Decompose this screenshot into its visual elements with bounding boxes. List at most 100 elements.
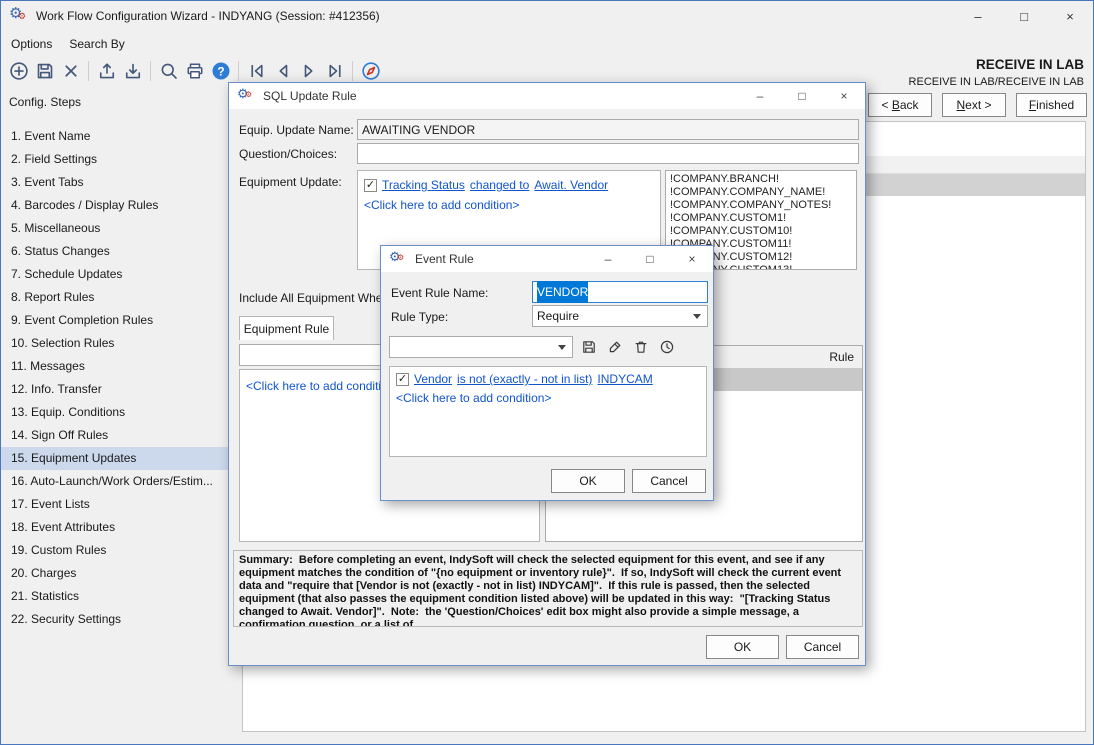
question-choices-label: Question/Choices: <box>239 147 337 161</box>
finished-button[interactable]: Finished <box>1016 93 1087 117</box>
sidebar-step-item[interactable]: 21. Statistics <box>1 585 241 608</box>
sidebar-header: Config. Steps <box>9 95 81 109</box>
menu-search-by[interactable]: Search By <box>69 37 124 51</box>
chevron-down-icon <box>693 314 701 319</box>
token-item[interactable]: !COMPANY.CUSTOM1! <box>670 212 852 225</box>
equipment-rule-tab[interactable]: Equipment Rule <box>239 316 334 340</box>
navigate-button[interactable] <box>358 59 383 84</box>
event-add-condition-link[interactable]: <Click here to add condition> <box>390 386 706 405</box>
sidebar-step-item[interactable]: 22. Security Settings <box>1 608 241 631</box>
sidebar-step-item[interactable]: 16. Auto-Launch/Work Orders/Estim... <box>1 470 241 493</box>
window-titlebar[interactable]: ⚙⚙ Work Flow Configuration Wizard - INDY… <box>1 1 1093 31</box>
rule-type-dropdown[interactable]: Require <box>532 305 708 327</box>
main-toolbar: ? <box>1 57 383 85</box>
add-icon <box>9 61 29 81</box>
token-item[interactable]: !COMPANY.COMPANY_NAME! <box>670 186 852 199</box>
sidebar-step-item[interactable]: 5. Miscellaneous <box>1 217 241 240</box>
save-rule-button[interactable] <box>578 336 600 358</box>
sidebar-step-item[interactable]: 6. Status Changes <box>1 240 241 263</box>
sql-dialog-maximize-button[interactable]: □ <box>781 83 823 109</box>
delete-rule-button[interactable] <box>630 336 652 358</box>
sql-dialog-minimize-button[interactable]: – <box>739 83 781 109</box>
minimize-icon: – <box>757 89 764 103</box>
import-button[interactable] <box>120 59 145 84</box>
history-button[interactable] <box>656 336 678 358</box>
sidebar-step-item[interactable]: 17. Event Lists <box>1 493 241 516</box>
sidebar-step-item[interactable]: 15. Equipment Updates <box>1 447 241 470</box>
chevron-down-icon <box>558 345 566 350</box>
event-dialog-close-button[interactable]: × <box>671 246 713 272</box>
sidebar-step-item[interactable]: 19. Custom Rules <box>1 539 241 562</box>
token-item[interactable]: !COMPANY.COMPANY_NOTES! <box>670 199 852 212</box>
sidebar-step-item[interactable]: 8. Report Rules <box>1 286 241 309</box>
last-record-icon <box>325 61 345 81</box>
event-rule-panel: ✓ Vendor is not (exactly - not in list) … <box>389 366 707 457</box>
close-icon: × <box>840 89 847 103</box>
rule-select-combo[interactable] <box>389 336 573 358</box>
event-ok-button[interactable]: OK <box>551 469 625 493</box>
dialog-gear-icon: ⚙⚙ <box>237 87 255 105</box>
sql-dialog-titlebar[interactable]: ⚙⚙ SQL Update Rule – □ × <box>229 83 865 109</box>
window-minimize-button[interactable]: – <box>955 1 1001 31</box>
menu-options[interactable]: Options <box>11 37 52 51</box>
back-button[interactable]: < Back <box>868 93 932 117</box>
previous-record-button[interactable] <box>270 59 295 84</box>
search-button[interactable] <box>156 59 181 84</box>
print-button[interactable] <box>182 59 207 84</box>
sidebar-step-item[interactable]: 13. Equip. Conditions <box>1 401 241 424</box>
update-rule-value-link[interactable]: Await. Vendor <box>534 178 608 192</box>
sql-dialog-close-button[interactable]: × <box>823 83 865 109</box>
event-dialog-titlebar[interactable]: ⚙⚙ Event Rule – □ × <box>381 246 713 272</box>
sidebar-step-item[interactable]: 2. Field Settings <box>1 148 241 171</box>
event-rule-value-link[interactable]: INDYCAM <box>597 372 652 386</box>
add-condition-link[interactable]: <Click here to add condition> <box>358 192 660 212</box>
next-record-button[interactable] <box>296 59 321 84</box>
equip-update-name-label: Equip. Update Name: <box>239 123 354 137</box>
export-button[interactable] <box>94 59 119 84</box>
window-maximize-button[interactable]: □ <box>1001 1 1047 31</box>
rule-type-label: Rule Type: <box>391 310 448 324</box>
event-rule-field-link[interactable]: Vendor <box>414 372 452 386</box>
window-close-button[interactable]: × <box>1047 1 1093 31</box>
event-dialog-minimize-button[interactable]: – <box>587 246 629 272</box>
sidebar-step-item[interactable]: 3. Event Tabs <box>1 171 241 194</box>
sidebar-step-item[interactable]: 11. Messages <box>1 355 241 378</box>
sidebar-step-item[interactable]: 18. Event Attributes <box>1 516 241 539</box>
search-icon <box>159 61 179 81</box>
sidebar-step-item[interactable]: 10. Selection Rules <box>1 332 241 355</box>
help-button[interactable]: ? <box>208 59 233 84</box>
event-rule-operator-link[interactable]: is not (exactly - not in list) <box>457 372 592 386</box>
save-rule-icon <box>581 339 597 355</box>
sidebar-step-item[interactable]: 1. Event Name <box>1 125 241 148</box>
equip-update-name-input[interactable] <box>357 119 859 140</box>
sidebar-step-item[interactable]: 12. Info. Transfer <box>1 378 241 401</box>
event-cancel-button[interactable]: Cancel <box>632 469 706 493</box>
token-item[interactable]: !COMPANY.BRANCH! <box>670 173 852 186</box>
next-button[interactable]: Next > <box>942 93 1006 117</box>
checkmark-icon: ✓ <box>398 374 407 385</box>
first-record-button[interactable] <box>244 59 269 84</box>
update-rule-checkbox[interactable]: ✓ <box>364 179 377 192</box>
sidebar-step-item[interactable]: 7. Schedule Updates <box>1 263 241 286</box>
delete-button[interactable] <box>58 59 83 84</box>
event-rule-name-input[interactable]: VENDOR <box>532 281 708 303</box>
dialog-gear-icon: ⚙⚙ <box>389 250 407 268</box>
sidebar-step-item[interactable]: 4. Barcodes / Display Rules <box>1 194 241 217</box>
last-record-button[interactable] <box>322 59 347 84</box>
help-icon: ? <box>211 61 231 81</box>
update-rule-field-link[interactable]: Tracking Status <box>382 178 465 192</box>
sidebar-step-item[interactable]: 9. Event Completion Rules <box>1 309 241 332</box>
sidebar-step-item[interactable]: 14. Sign Off Rules <box>1 424 241 447</box>
update-rule-operator-link[interactable]: changed to <box>470 178 529 192</box>
sidebar-step-item[interactable]: 20. Charges <box>1 562 241 585</box>
sql-ok-button[interactable]: OK <box>706 635 779 659</box>
token-item[interactable]: !COMPANY.CUSTOM10! <box>670 225 852 238</box>
event-rule-checkbox[interactable]: ✓ <box>396 373 409 386</box>
sql-cancel-button[interactable]: Cancel <box>786 635 859 659</box>
save-button[interactable] <box>32 59 57 84</box>
event-dialog-maximize-button[interactable]: □ <box>629 246 671 272</box>
question-choices-input[interactable] <box>357 143 859 164</box>
minimize-icon: – <box>974 9 981 24</box>
add-button[interactable] <box>6 59 31 84</box>
erase-rule-button[interactable] <box>604 336 626 358</box>
